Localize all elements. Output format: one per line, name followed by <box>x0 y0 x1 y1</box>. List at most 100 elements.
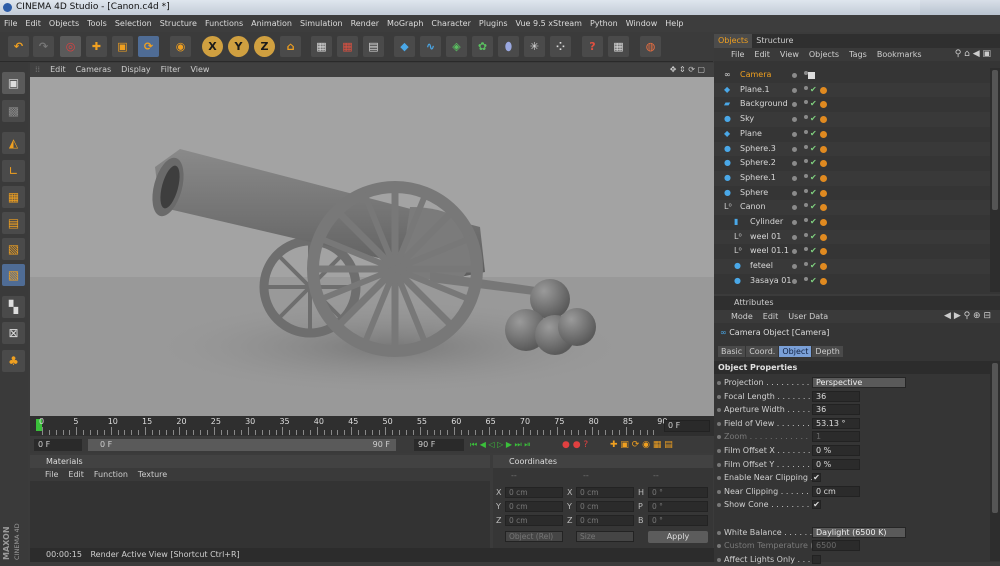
enabled-check-icon[interactable]: ✔ <box>810 274 817 289</box>
enabled-check-icon[interactable]: ✔ <box>810 142 817 157</box>
timeline-ruler[interactable]: 0 5 10 15 20 25 30 35 40 45 50 55 60 65 70 75 80 85 90 0 F <box>30 416 714 436</box>
object-row[interactable]: ● Sphere ✔ <box>714 185 990 201</box>
object-row[interactable]: ● 3asaya 01 ✔ <box>714 273 990 289</box>
recent-tool-icon[interactable]: ◉ <box>170 36 191 57</box>
visibility-dot[interactable] <box>792 249 797 255</box>
attr-number-field[interactable]: 6500 <box>812 540 860 552</box>
camera-tag-icon[interactable] <box>808 72 815 79</box>
object-list-scroll-thumb[interactable] <box>992 70 998 210</box>
object-row[interactable]: L⁰ Canon ✔ <box>714 200 990 215</box>
attr-nav-icons[interactable]: ◀ ▶ ⚲ ⊕ ⊟ <box>939 310 996 323</box>
x-axis-icon[interactable]: X <box>202 36 223 57</box>
attr-menu-mode[interactable]: Mode <box>726 310 758 323</box>
om-menu-file[interactable]: File <box>726 48 749 61</box>
tag-icon[interactable] <box>820 263 827 271</box>
coord-size-dropdown[interactable]: Size <box>576 531 634 542</box>
materials-menu-file[interactable]: File <box>40 468 63 481</box>
menu-selection[interactable]: Selection <box>111 15 156 32</box>
current-frame-field[interactable]: 0 F <box>664 420 710 432</box>
workplane-icon[interactable]: ⊠ <box>2 322 25 344</box>
range-slider[interactable]: 0 F 90 F <box>88 439 396 451</box>
render-dot[interactable] <box>804 218 808 222</box>
tag-icon[interactable] <box>820 233 827 241</box>
coord-size-x[interactable]: 0 cm <box>576 487 634 498</box>
object-name[interactable]: Background <box>740 97 788 112</box>
render-view-icon[interactable]: ▦ <box>311 36 332 57</box>
object-name[interactable]: feteel <box>750 259 773 274</box>
menu-python[interactable]: Python <box>586 15 622 32</box>
object-row[interactable]: ◆ Plane ✔ <box>714 126 990 142</box>
attr-menu-userdata[interactable]: User Data <box>783 310 833 323</box>
menu-functions[interactable]: Functions <box>201 15 247 32</box>
object-row[interactable]: L⁰ weel 01.1 ✔ <box>714 244 990 260</box>
animation-bullet-icon[interactable] <box>717 476 721 481</box>
camera-tool-icon[interactable]: ? <box>582 36 603 57</box>
animation-bullet-icon[interactable] <box>717 530 721 535</box>
tag-icon[interactable] <box>820 160 827 168</box>
render-dot[interactable] <box>804 144 808 149</box>
attr-number-field[interactable]: 36 <box>812 404 860 416</box>
attr-checkbox[interactable]: ✔ <box>812 500 821 510</box>
coord-rot-p[interactable]: 0 ° <box>648 501 708 512</box>
array-icon[interactable]: ✿ <box>472 36 493 57</box>
start-frame-field[interactable]: 0 F <box>34 439 82 451</box>
om-search-icons[interactable]: ⚲ ⌂ ◀ ▣ <box>950 48 996 61</box>
visibility-dot[interactable] <box>792 220 797 225</box>
viewport-menu-filter[interactable]: Filter <box>156 63 186 77</box>
render-dot[interactable] <box>804 85 808 90</box>
attr-menu-edit[interactable]: Edit <box>758 310 784 323</box>
menu-structure[interactable]: Structure <box>156 15 201 32</box>
menu-render[interactable]: Render <box>347 15 383 32</box>
attr-scroll-thumb[interactable] <box>992 363 998 513</box>
attr-number-field[interactable]: 36 <box>812 390 860 402</box>
object-name[interactable]: Sky <box>740 112 754 127</box>
render-dot[interactable] <box>804 247 808 252</box>
coord-rot-h[interactable]: 0 ° <box>648 487 708 498</box>
scene-icon[interactable]: ✳ <box>524 36 545 57</box>
render-picture-viewer-icon[interactable]: ▦ <box>337 36 358 57</box>
axis-mode-icon[interactable]: ▤ <box>2 212 25 234</box>
render-dot[interactable] <box>804 100 808 105</box>
animation-bullet-icon[interactable] <box>717 544 721 549</box>
attr-number-field[interactable]: 53.13 ° <box>812 417 860 429</box>
attr-number-field[interactable]: 0 % <box>812 458 860 470</box>
object-row[interactable]: ● Sphere.2 ✔ <box>714 156 990 171</box>
tag-icon[interactable] <box>820 101 827 109</box>
enabled-check-icon[interactable]: ✔ <box>810 230 817 245</box>
coord-pos-x[interactable]: 0 cm <box>505 487 563 498</box>
animation-bullet-icon[interactable] <box>717 381 721 385</box>
attr-tab-coord[interactable]: Coord. <box>746 346 779 357</box>
viewport-menu-display[interactable]: Display <box>116 63 156 77</box>
tag-icon[interactable] <box>820 130 827 138</box>
enabled-check-icon[interactable]: ✔ <box>810 259 817 274</box>
polygon-mode-icon[interactable]: ▦ <box>2 186 25 208</box>
end-frame-field[interactable]: 90 F <box>414 439 464 451</box>
object-row[interactable]: ● Sphere.3 ✔ <box>714 141 990 157</box>
attr-number-field[interactable]: 1 <box>812 431 860 443</box>
enabled-check-icon[interactable]: ✔ <box>810 127 817 142</box>
3d-viewport[interactable] <box>30 77 714 416</box>
object-name[interactable]: Canon <box>740 200 766 215</box>
z-axis-icon[interactable]: Z <box>254 36 275 57</box>
tag-icon[interactable] <box>820 248 827 256</box>
coord-size-y[interactable]: 0 cm <box>576 501 634 512</box>
object-row[interactable]: ∞ Camera <box>714 68 990 83</box>
coordinate-system-icon[interactable]: ⌂ <box>280 36 301 57</box>
om-menu-objects[interactable]: Objects <box>804 48 844 61</box>
render-settings-icon[interactable]: ▤ <box>363 36 384 57</box>
tab-structure[interactable]: Structure <box>752 34 797 48</box>
object-row[interactable]: ◆ Plane.1 ✔ <box>714 82 990 98</box>
render-dot[interactable] <box>804 173 808 178</box>
object-row[interactable]: ● Sphere.1 ✔ <box>714 170 990 186</box>
om-menu-edit[interactable]: Edit <box>749 48 775 61</box>
tag-icon[interactable] <box>820 174 827 182</box>
visibility-dot[interactable] <box>792 190 797 196</box>
menu-plugins[interactable]: Plugins <box>475 15 512 32</box>
object-row[interactable]: ● feteel ✔ <box>714 259 990 274</box>
coord-pos-y[interactable]: 0 cm <box>505 501 563 512</box>
enabled-check-icon[interactable]: ✔ <box>810 244 817 259</box>
render-dot[interactable] <box>804 276 808 281</box>
deformer-icon[interactable]: ⬮ <box>498 36 519 57</box>
animation-bullet-icon[interactable] <box>717 503 721 508</box>
enabled-check-icon[interactable]: ✔ <box>810 171 817 186</box>
